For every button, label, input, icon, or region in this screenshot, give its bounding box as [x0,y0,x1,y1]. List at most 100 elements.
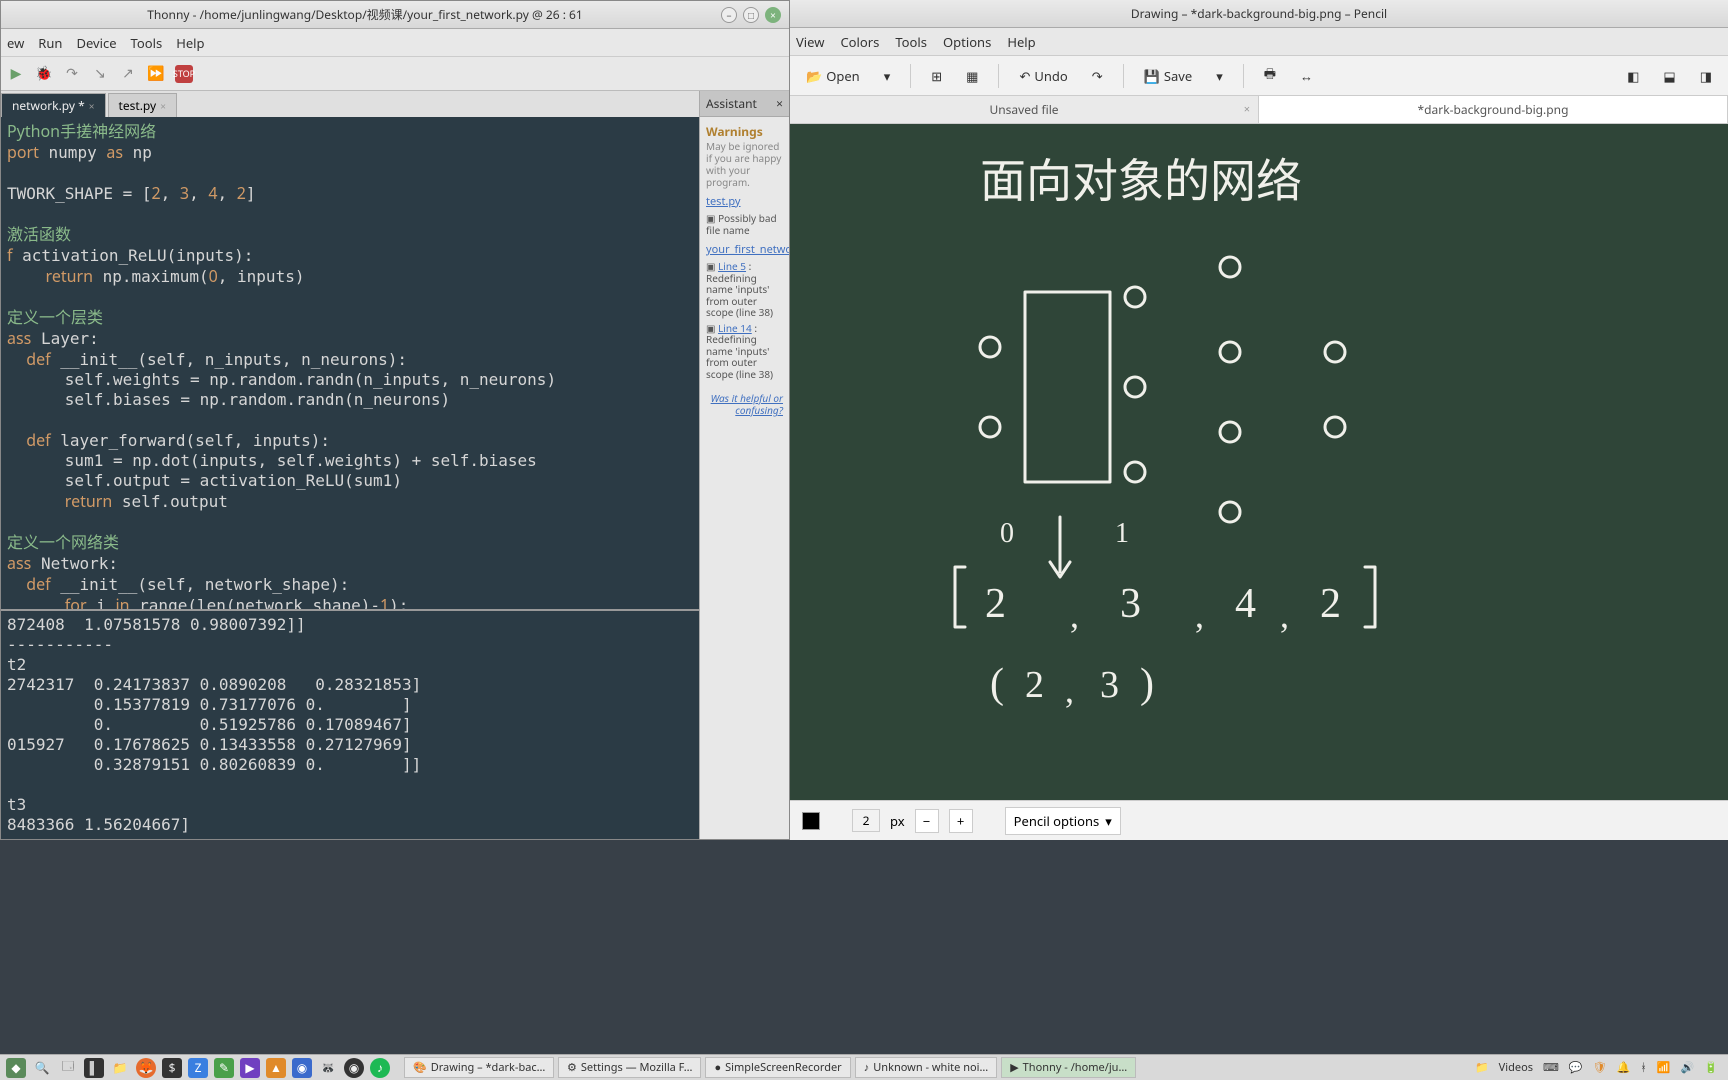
new-tab-icon[interactable]: ⊞ [923,63,950,89]
tab-unsaved-file[interactable]: Unsaved file × [790,96,1259,123]
menu-colors[interactable]: Colors [840,33,879,51]
task-icon: 🎨 [413,1060,427,1075]
sidebar-left-icon[interactable]: ◧ [1619,63,1647,89]
undo-label: Undo [1034,67,1067,85]
sidebar-right-icon[interactable]: ◨ [1692,63,1720,89]
menu-help[interactable]: Help [176,34,204,52]
taskbar-task[interactable]: 🎨Drawing – *dark-bac… [404,1057,554,1078]
sidebar-bottom-icon[interactable]: ⬓ [1655,63,1683,89]
undo-button[interactable]: ↶ Undo [1011,63,1075,89]
save-button[interactable]: 💾 Save [1136,63,1201,89]
assistant-issue-line14: ▣ Line 14 : Redefining name 'inputs' fro… [706,323,783,381]
pencil-window: Drawing – *dark-background-big.png – Pen… [790,0,1728,840]
share-icon[interactable]: ↔ [1292,63,1321,89]
assistant-link-file[interactable]: your_first_network.py [706,242,783,257]
separator [1123,64,1124,88]
tray-update-icon[interactable]: 🛡 [1593,1060,1607,1075]
tab-test-py[interactable]: test.py × [108,93,177,117]
gimp-icon[interactable]: 🦝 [318,1058,338,1078]
svg-text:,: , [1195,595,1204,635]
assistant-close-icon[interactable]: × [776,95,783,112]
thonny-title: Thonny - /home/junlingwang/Desktop/视频课/y… [9,6,721,23]
media-icon[interactable]: ▶ [240,1058,260,1078]
obs-icon[interactable]: ◉ [344,1058,364,1078]
pencil-titlebar[interactable]: Drawing – *dark-background-big.png – Pen… [790,0,1728,28]
files-icon[interactable]: 🗔 [58,1058,78,1078]
taskbar-task[interactable]: ⚙Settings — Mozilla F… [558,1057,701,1078]
step-into-icon[interactable]: ↘ [91,65,109,83]
tray-wifi-icon[interactable]: 📶 [1657,1060,1671,1075]
open-dropdown-icon[interactable]: ▾ [876,63,899,89]
drawing-title-text: 面向对象的网络 [980,156,1302,207]
svg-text:2: 2 [985,581,1006,627]
menu-tools[interactable]: Tools [895,33,927,51]
resume-icon[interactable]: ⏩ [147,65,165,83]
vlc-icon[interactable]: ▲ [266,1058,286,1078]
assistant-feedback-link[interactable]: Was it helpful or confusing? [706,392,783,416]
terminal-icon[interactable]: ▌ [84,1058,104,1078]
size-decrease-button[interactable]: − [915,809,939,833]
maximize-icon[interactable]: □ [743,7,759,23]
tray-bell-icon[interactable]: 🔔 [1617,1060,1631,1075]
svg-text:): ) [1140,661,1154,707]
editor-icon[interactable]: ✎ [214,1058,234,1078]
pencil-title: Drawing – *dark-background-big.png – Pen… [798,5,1720,22]
assistant-link-testpy[interactable]: test.py [706,194,783,209]
term2-icon[interactable]: $ [162,1058,182,1078]
color-swatch[interactable] [802,812,820,830]
search-icon[interactable]: 🔍 [32,1058,52,1078]
tab-network-py[interactable]: network.py * × [1,93,106,117]
menu-options[interactable]: Options [943,33,991,51]
minimize-icon[interactable]: – [721,7,737,23]
kdenlive-icon[interactable]: ◉ [292,1058,312,1078]
menu-icon[interactable]: ◆ [6,1058,26,1078]
redo-icon[interactable]: ↷ [1084,63,1111,89]
taskbar-task[interactable]: ▶Thonny - /home/ju… [1001,1057,1136,1078]
tray-bluetooth-icon[interactable]: ᚼ [1640,1060,1647,1075]
taskbar-task[interactable]: ♪Unknown - white noi… [855,1057,997,1078]
tab-dark-background[interactable]: *dark-background-big.png [1259,96,1728,123]
drawing-canvas[interactable]: 面向对象的网络 0 1 2 , [790,124,1728,800]
menu-view[interactable]: ew [7,34,24,52]
step-out-icon[interactable]: ↗ [119,65,137,83]
new-file-icon[interactable]: ▶ [7,65,25,83]
bug-icon[interactable]: 🐞 [35,65,53,83]
pencil-options-dropdown[interactable]: Pencil options ▾ [1005,807,1121,835]
spotify-icon[interactable]: ♪ [370,1058,390,1078]
zoom-icon[interactable]: Z [188,1058,208,1078]
menu-view[interactable]: View [796,33,824,51]
close-icon[interactable]: × [765,7,781,23]
tab-close-icon[interactable]: × [1244,102,1250,117]
menu-device[interactable]: Device [76,34,116,52]
tray-notification-icon[interactable]: 💬 [1569,1060,1583,1075]
save-dropdown-icon[interactable]: ▾ [1208,63,1231,89]
menu-run[interactable]: Run [38,34,62,52]
tray-folder-icon[interactable]: 📁 [1475,1060,1489,1075]
firefox-icon[interactable]: 🦊 [136,1058,156,1078]
taskbar-task[interactable]: ●SimpleScreenRecorder [705,1057,850,1078]
pencil-tabs: Unsaved file × *dark-background-big.png [790,96,1728,124]
tray-battery-icon[interactable]: 🔋 [1704,1060,1718,1075]
shell-output[interactable]: 872408 1.07581578 0.98007392]] ---------… [1,609,699,839]
print-icon[interactable]: 🖶 [1256,60,1284,91]
step-over-icon[interactable]: ↷ [63,65,81,83]
undo-icon: ↶ [1019,67,1030,85]
image-props-icon[interactable]: ▦ [958,63,986,89]
tab-close-icon[interactable]: × [160,99,166,113]
menu-help[interactable]: Help [1007,33,1035,51]
tab-label: network.py * [12,97,85,114]
brush-size-input[interactable]: 2 [852,809,880,832]
save-label: Save [1164,67,1192,85]
thonny-titlebar[interactable]: Thonny - /home/junlingwang/Desktop/视频课/y… [1,1,789,29]
code-editor[interactable]: Python手搓神经网络 port numpy as np TWORK_SHAP… [1,117,699,609]
options-label: Pencil options [1014,812,1100,830]
tray-volume-icon[interactable]: 🔊 [1681,1060,1695,1075]
tab-close-icon[interactable]: × [89,99,95,113]
files-folder-icon[interactable]: 📁 [110,1058,130,1078]
tray-videos-label[interactable]: Videos [1499,1060,1533,1075]
open-button[interactable]: 📂 Open [798,63,868,89]
size-increase-button[interactable]: + [949,809,973,833]
stop-icon[interactable]: STOP [175,65,193,83]
tray-keyboard-icon[interactable]: ⌨ [1543,1060,1559,1075]
menu-tools[interactable]: Tools [131,34,163,52]
